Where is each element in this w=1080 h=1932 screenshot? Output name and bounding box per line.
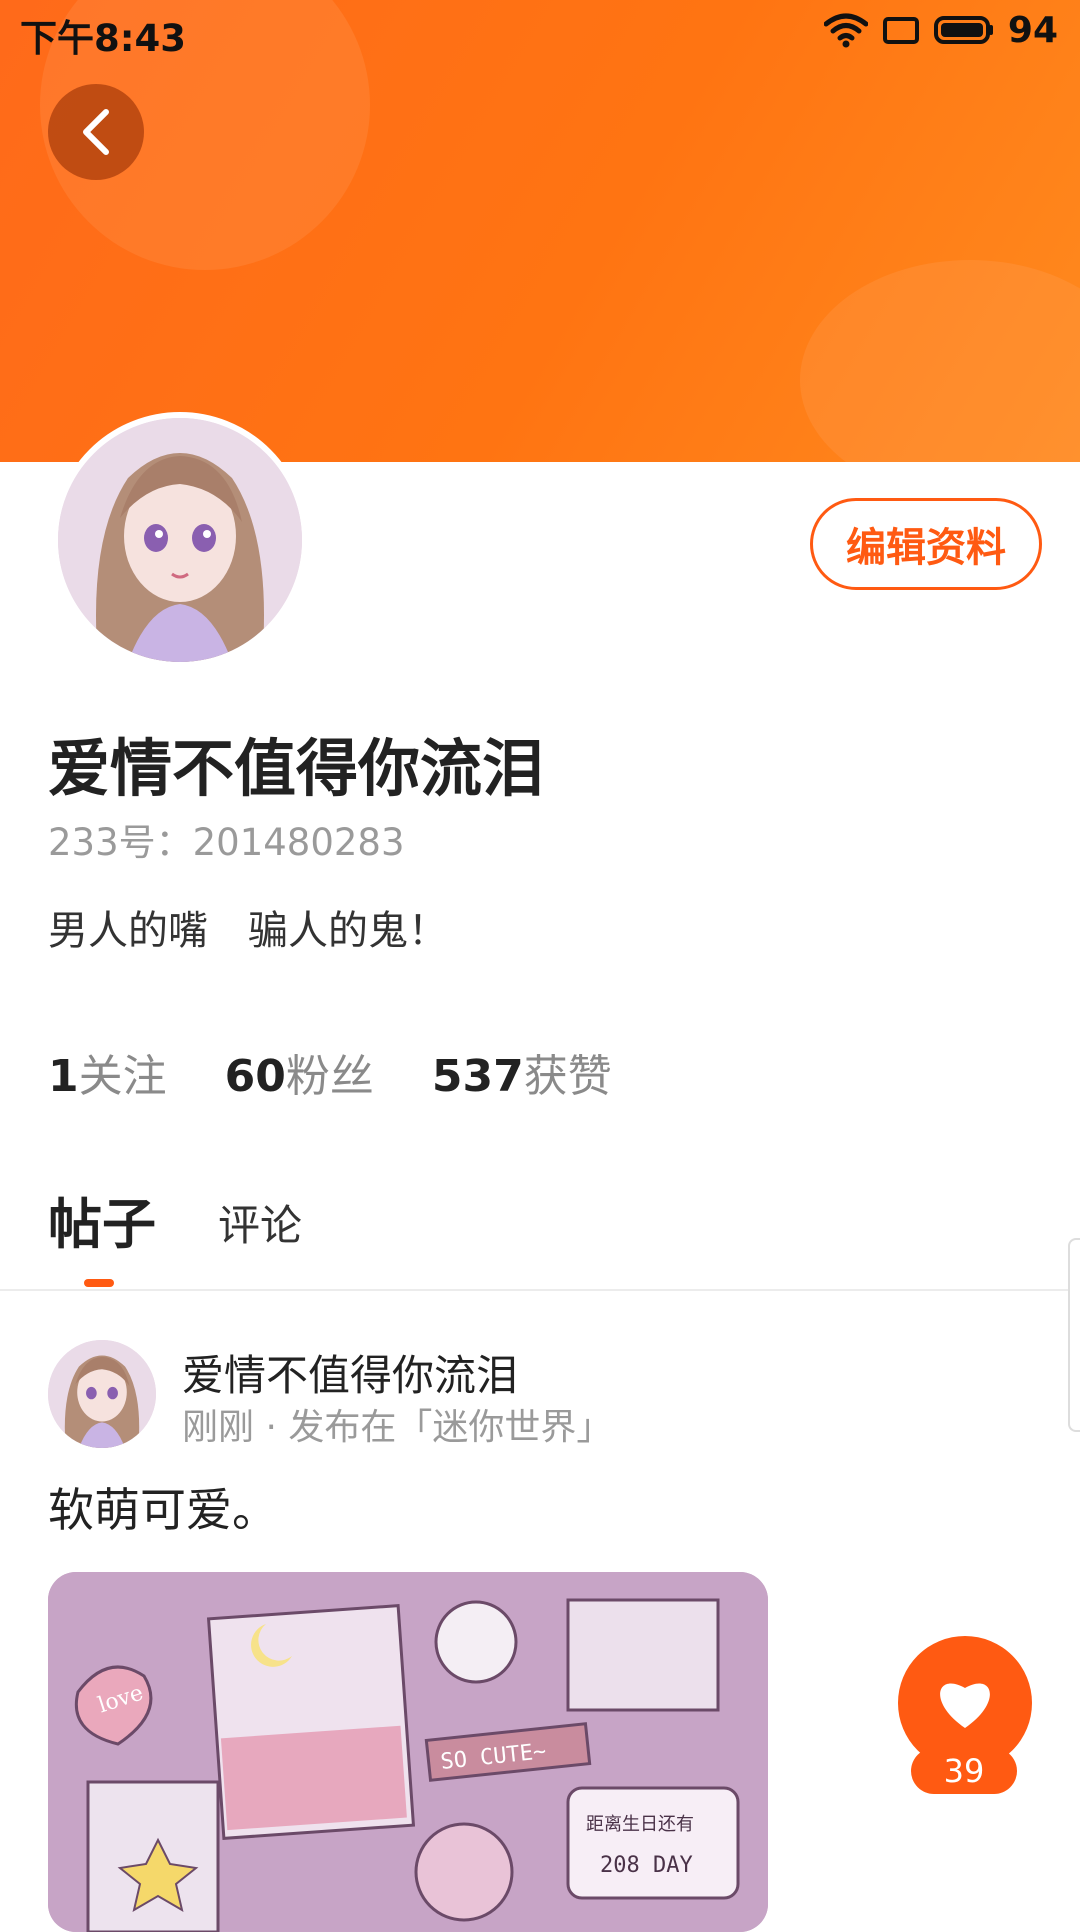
tab-indicator — [84, 1279, 114, 1287]
stat-followers-count: 60 — [224, 1051, 286, 1102]
post-image[interactable]: love SO CUTE~ 距离生日还有 208 DAY — [48, 1572, 768, 1932]
wifi-icon — [823, 13, 868, 48]
tab-comments[interactable]: 评论 — [218, 1192, 302, 1259]
battery-level: 94 — [1007, 9, 1058, 51]
image-sign-line2: 208 DAY — [600, 1853, 693, 1878]
stat-likes[interactable]: 537获赞 — [432, 1040, 612, 1104]
battery-icon — [933, 16, 993, 44]
profile-avatar[interactable] — [52, 412, 308, 668]
profile-stats: 1关注 60粉丝 537获赞 — [48, 1040, 612, 1104]
tabs-divider — [0, 1289, 1080, 1291]
stat-likes-count: 537 — [431, 1051, 524, 1102]
edit-profile-button[interactable]: 编辑资料 — [810, 498, 1042, 590]
stat-likes-label: 获赞 — [523, 1051, 612, 1102]
post-image-illustration: love SO CUTE~ 距离生日还有 208 DAY — [48, 1572, 768, 1932]
heart-icon — [940, 1683, 990, 1728]
tab-posts[interactable]: 帖子 — [48, 1180, 156, 1259]
like-count: 39 — [911, 1748, 1017, 1794]
stat-following[interactable]: 1关注 — [48, 1040, 167, 1104]
back-button[interactable] — [48, 84, 144, 180]
status-bar: 下午8:43 94 — [0, 0, 1080, 61]
profile-username: 爱情不值得你流泪 — [48, 732, 545, 805]
image-sign-line1: 距离生日还有 — [586, 1814, 694, 1835]
post-author-name[interactable]: 爱情不值得你流泪 — [182, 1342, 518, 1403]
profile-bio: 男人的嘴 骗人的鬼！ — [48, 908, 448, 954]
stat-following-count: 1 — [48, 1051, 79, 1102]
profile-id: 233号：201480283 — [48, 821, 405, 864]
post-author-avatar[interactable] — [48, 1340, 156, 1448]
stat-followers[interactable]: 60粉丝 — [225, 1040, 374, 1104]
avatar-illustration — [58, 418, 302, 662]
stat-following-label: 关注 — [78, 1051, 167, 1102]
profile-header-banner — [0, 0, 1080, 462]
post-meta: 刚刚 · 发布在「迷你世界」 — [182, 1407, 613, 1448]
stat-followers-label: 粉丝 — [285, 1051, 374, 1102]
status-icons: 94 — [823, 8, 1058, 52]
status-time: 下午8:43 — [20, 17, 187, 60]
post-text: 软萌可爱。 — [48, 1483, 278, 1537]
chevron-left-icon — [83, 109, 109, 155]
side-drawer-handle[interactable] — [1068, 1238, 1080, 1432]
avatar-illustration — [48, 1340, 156, 1448]
profile-tabs: 帖子 评论 — [48, 1180, 302, 1259]
screen-rotate-icon — [882, 17, 919, 44]
